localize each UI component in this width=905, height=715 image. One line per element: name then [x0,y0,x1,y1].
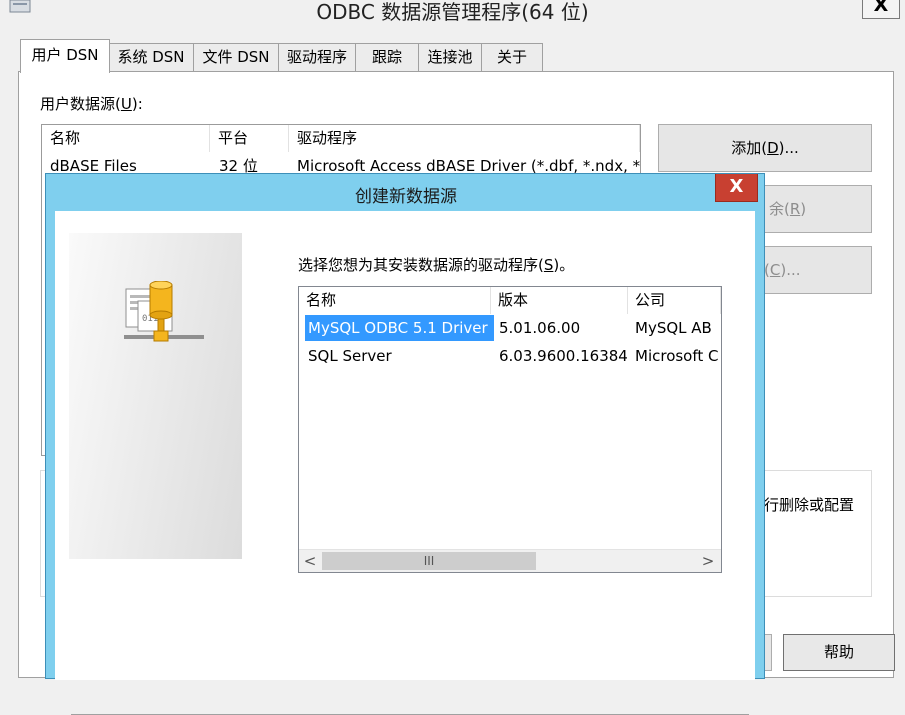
window-title: ODBC 数据源管理程序(64 位) [316,0,589,24]
driver-version-cell[interactable]: 5.01.06.00 [499,315,580,341]
horizontal-scrollbar[interactable]: < III > [299,549,721,572]
add-button[interactable]: 添加(D)... [658,124,872,172]
create-datasource-dialog: 创建新数据源 X 0110 选择您想为其安装数据源的驱动程序(S)。 名称 版本… [45,173,765,715]
scroll-right-arrow-icon[interactable]: > [697,550,719,572]
column-header-driver[interactable]: 驱动程序 [289,125,640,152]
user-datasource-label: 用户数据源(U): [40,95,143,113]
tab-user-dsn[interactable]: 用户 DSN [20,39,110,73]
driver-name-cell[interactable]: SQL Server [308,343,392,369]
info-text: 行删除或配置 [764,496,855,514]
scrollbar-thumb[interactable]: III [322,552,536,570]
column-header-name[interactable]: 名称 [42,125,210,152]
tab-tracing[interactable]: 跟踪 [355,43,419,71]
tab-file-dsn[interactable]: 文件 DSN [193,43,279,71]
wizard-side-image: 0110 [69,233,242,559]
window-titlebar: ODBC 数据源管理程序(64 位) X [0,0,905,24]
tab-system-dsn[interactable]: 系统 DSN [108,43,194,71]
driver-select-prompt: 选择您想为其安装数据源的驱动程序(S)。 [298,256,575,274]
driver-row[interactable]: MySQL ODBC 5.1 Driver 5.01.06.00 MySQL A… [299,315,721,341]
column-header-driver-name[interactable]: 名称 [299,287,491,314]
scroll-left-arrow-icon[interactable]: < [299,550,321,572]
driver-list[interactable]: 名称 版本 公司 MySQL ODBC 5.1 Driver 5.01.06.0… [298,286,722,573]
driver-name-cell[interactable]: MySQL ODBC 5.1 Driver [305,315,494,341]
tab-connection-pooling[interactable]: 连接池 [418,43,482,71]
column-header-platform[interactable]: 平台 [210,125,289,152]
dialog-title: 创建新数据源 [355,187,457,207]
help-button[interactable]: 帮助 [783,634,895,671]
database-icon: 0110 [124,281,204,342]
dialog-body: 0110 选择您想为其安装数据源的驱动程序(S)。 名称 版本 公司 MySQL… [55,211,755,715]
driver-company-cell[interactable]: MySQL AB [635,315,715,341]
driver-company-cell[interactable]: Microsoft C [635,343,721,369]
tab-about[interactable]: 关于 [481,43,543,71]
column-header-version[interactable]: 版本 [491,287,628,314]
dialog-close-button[interactable]: X [715,174,758,202]
column-header-company[interactable]: 公司 [628,287,721,314]
driver-version-cell[interactable]: 6.03.9600.16384 [499,343,628,369]
driver-row[interactable]: SQL Server 6.03.9600.16384 Microsoft C [299,343,721,369]
tab-drivers[interactable]: 驱动程序 [278,43,356,71]
window-close-button[interactable]: X [862,0,900,19]
